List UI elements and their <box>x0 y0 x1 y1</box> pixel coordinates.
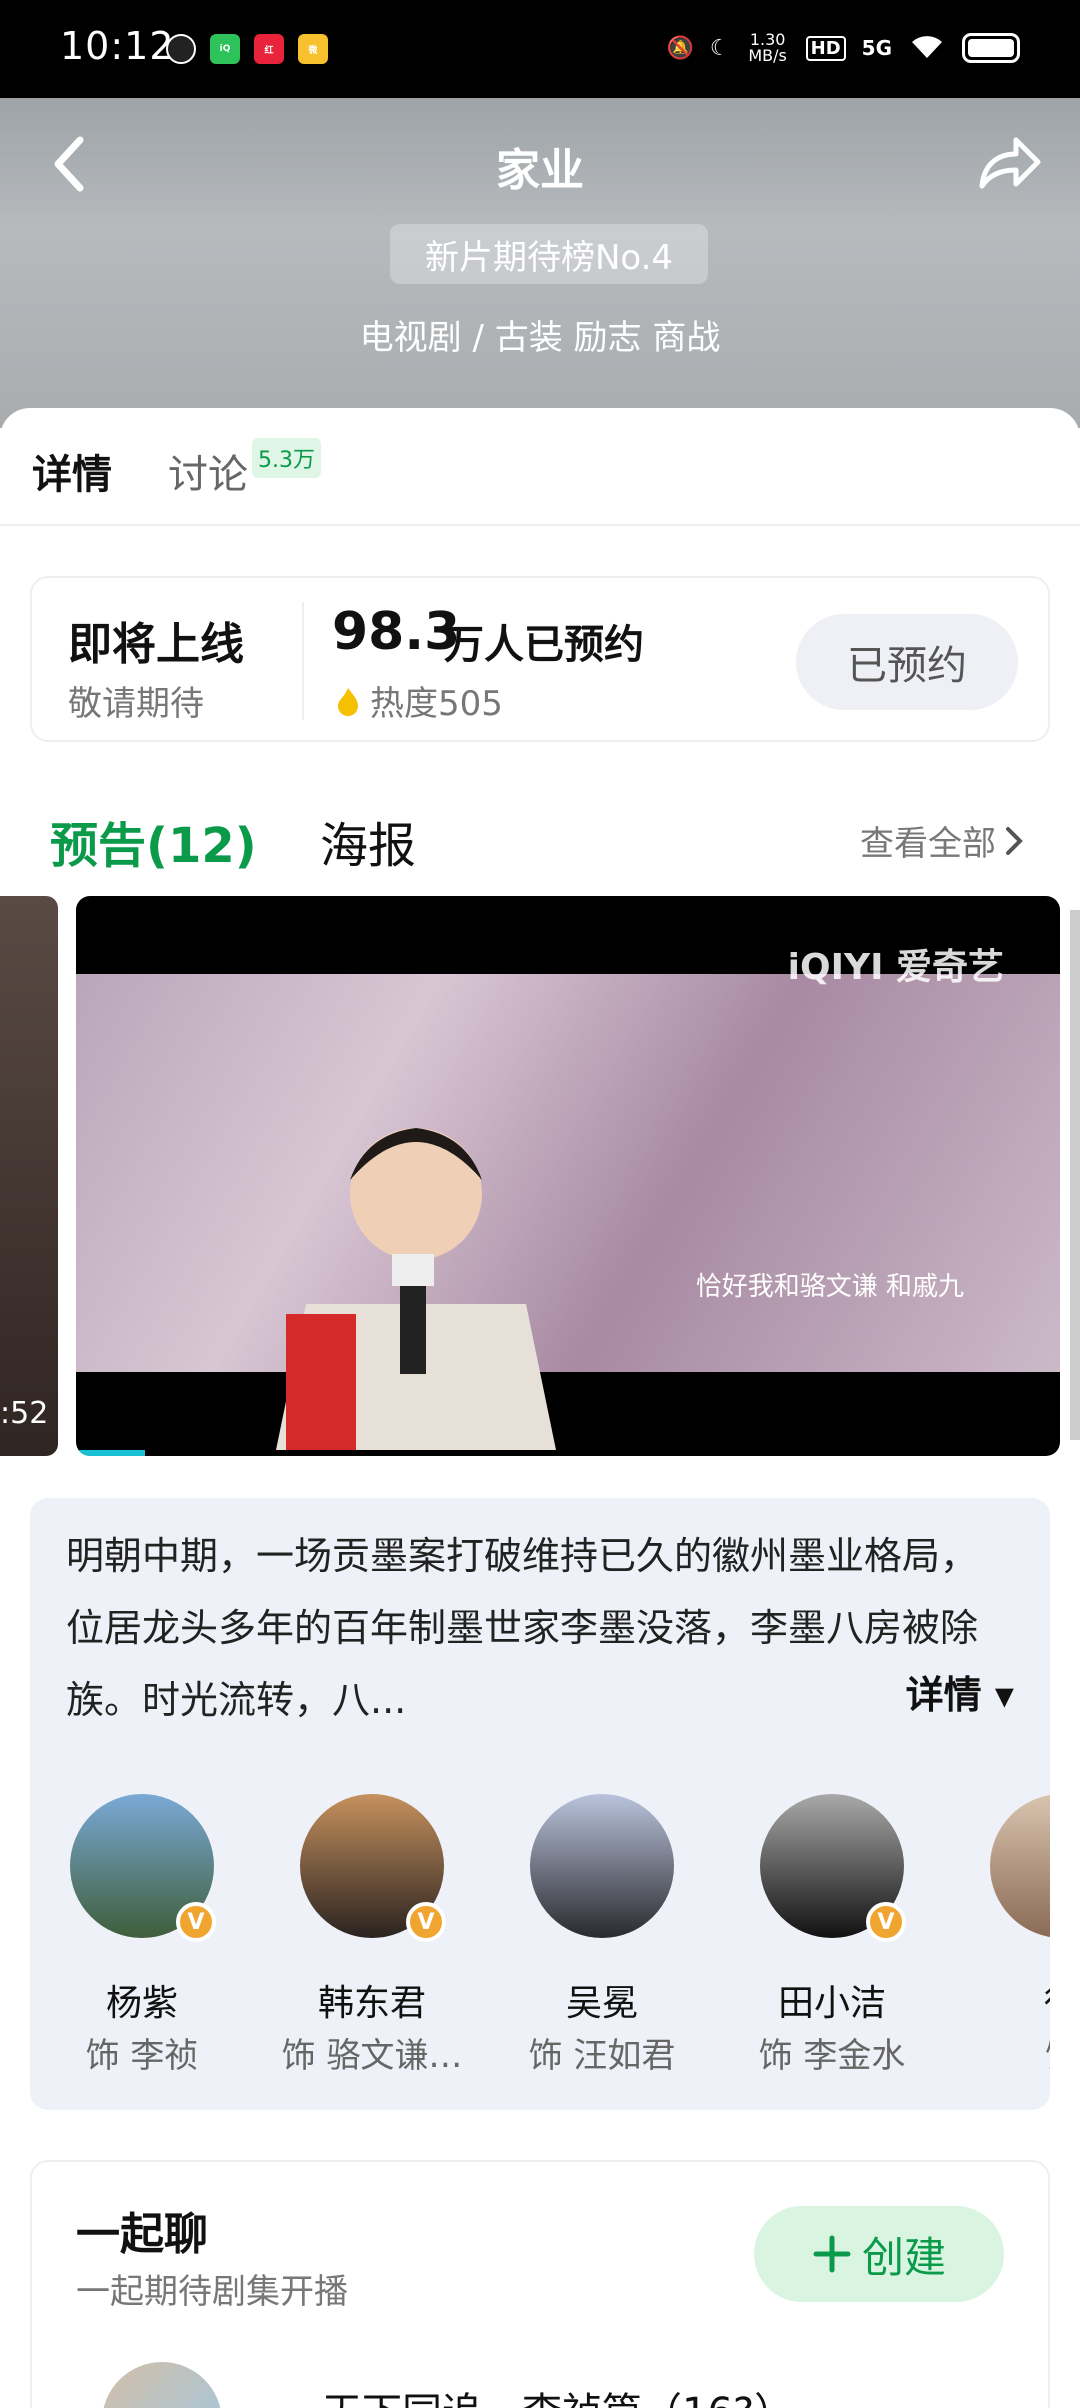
cast-name: 田小洁 <box>777 1983 886 2024</box>
avatar <box>530 1794 674 1938</box>
synopsis-text: 明朝中期，一场贡墨案打破维持已久的徽州墨业格局，位居龙头多年的百年制墨世家李墨没… <box>66 1534 979 1722</box>
heat-info: 热度505 <box>336 676 503 725</box>
release-sub: 敬请期待 <box>68 684 204 724</box>
tab-posters[interactable]: 海报 <box>320 806 416 876</box>
reserve-count: 98.3 <box>332 602 461 662</box>
moon-icon: ☾ <box>709 35 730 61</box>
iqiyi-notif-icon: iQ <box>210 34 240 64</box>
cast-name: 吴冕 <box>565 1983 638 2024</box>
chevron-right-icon <box>1006 826 1023 855</box>
synopsis-card: 明朝中期，一场贡墨案打破维持已久的徽州墨业格局，位居龙头多年的百年制墨世家李墨没… <box>30 1498 1050 2110</box>
cast-item[interactable]: V 韩东君 饰 骆文谦… <box>260 1794 480 2084</box>
rank-badge[interactable]: 新片期待榜No.4 <box>390 224 708 284</box>
cast-item[interactable]: 吴冕 饰 汪如君 <box>490 1794 710 2084</box>
status-time: 10:12 <box>60 24 175 68</box>
hd-icon: HD <box>805 35 846 61</box>
verified-icon: V <box>866 1902 906 1942</box>
discuss-count-badge: 5.3万 <box>252 438 321 478</box>
tab-detail[interactable]: 详情 <box>32 442 112 500</box>
tab-discuss[interactable]: 讨论 <box>168 442 248 500</box>
heat-value: 热度505 <box>370 684 503 724</box>
battery-icon <box>962 33 1020 63</box>
synopsis-expand[interactable]: 详情 ▾ <box>895 1664 1014 1719</box>
cast-role: 饰 李金水 <box>758 2036 906 2076</box>
cast-role: 饰 <box>950 2028 1050 2077</box>
show-header: 家业 新片期待榜No.4 电视剧 / 古装 励志 商战 <box>0 98 1080 428</box>
cast-name: 韩东君 <box>317 1983 426 2024</box>
page-title: 家业 <box>496 145 584 196</box>
video-frame <box>76 974 1060 1450</box>
cast-item[interactable]: V 杨紫 饰 李祯 <box>30 1794 250 2084</box>
chat-subtitle: 一起期待剧集开播 <box>76 2272 348 2312</box>
cast-role: 饰 李祯 <box>85 2036 199 2076</box>
genre-tags: 电视剧 / 古装 励志 商战 <box>359 318 721 358</box>
media-tabs: 预告(12) 海报 查看全部 <box>0 798 1080 878</box>
signal-icon: 5G <box>861 36 892 60</box>
app-notif-icon: 红 <box>254 34 284 64</box>
caret-down-icon: ▾ <box>994 1673 1014 1717</box>
avatar <box>102 2362 222 2408</box>
create-label: 创建 <box>861 2232 946 2282</box>
video-progress-bar[interactable] <box>76 1450 145 1456</box>
plus-icon <box>813 2235 851 2273</box>
weibo-notif-icon: 微 <box>298 34 328 64</box>
net-speed: 1.30 MB/s <box>748 30 787 65</box>
status-right-icons: 🔕 ☾ 1.30 MB/s HD 5G <box>666 30 1020 66</box>
reserved-button[interactable]: 已预约 <box>796 614 1018 710</box>
content-sheet: 详情 讨论 5.3万 即将上线 敬请期待 98.3 万人已预约 热度505 已预… <box>0 408 1080 2408</box>
flame-icon <box>338 687 358 716</box>
cast-role: 饰 骆文谦… <box>281 2036 463 2076</box>
status-bar: 10:12 iQ 红 微 🔕 ☾ 1.30 MB/s HD 5G <box>0 0 1080 98</box>
video-card-prev[interactable]: :52 <box>0 896 58 1456</box>
reserve-count-unit: 万人已预约 <box>444 622 644 668</box>
content-tabs: 详情 讨论 5.3万 <box>0 408 1080 526</box>
chat-room-title[interactable]: 天下同追…李祯篇（16?） <box>322 2380 794 2408</box>
cast-item[interactable]: V 田小洁 饰 李金水 <box>720 1794 940 2084</box>
cast-item[interactable]: 徐 饰 <box>950 1794 1050 2084</box>
verified-icon: V <box>406 1902 446 1942</box>
view-all-link[interactable]: 查看全部 <box>860 816 1024 865</box>
browser-icon <box>166 34 196 64</box>
tab-trailers[interactable]: 预告(12) <box>50 806 257 876</box>
release-status: 即将上线 <box>68 619 244 670</box>
video-subtitle: 恰好我和骆文谦 和戚九 <box>695 1272 964 1302</box>
synopsis-expand-label: 详情 <box>905 1673 982 1717</box>
video-duration: :52 <box>0 1396 49 1431</box>
divider <box>302 602 304 720</box>
view-all-label: 查看全部 <box>860 824 996 864</box>
cast-list: V 杨紫 饰 李祯 V 韩东君 饰 骆文谦… 吴冕 饰 汪如君 V 田小洁 饰 … <box>30 1794 1050 2084</box>
cast-name: 杨紫 <box>105 1983 178 2024</box>
chat-title: 一起聊 <box>76 2209 208 2260</box>
group-chat-card: 一起聊 一起期待剧集开播 创建 天下同追…李祯篇（16?） <box>30 2160 1050 2408</box>
mute-icon: 🔕 <box>666 35 694 61</box>
speaker-figure <box>276 1128 556 1450</box>
video-player[interactable]: iQIYI 爱奇艺 恰好我和骆文谦 和戚九 <box>76 896 1060 1456</box>
verified-icon: V <box>176 1902 216 1942</box>
wifi-icon <box>908 30 946 66</box>
share-icon <box>979 137 1041 189</box>
cast-role: 饰 汪如君 <box>528 2036 676 2076</box>
create-chat-button[interactable]: 创建 <box>754 2206 1004 2302</box>
iqiyi-watermark: iQIYI 爱奇艺 <box>787 947 1004 988</box>
share-button[interactable] <box>974 134 1044 194</box>
reserve-card: 即将上线 敬请期待 98.3 万人已预约 热度505 已预约 <box>30 576 1050 742</box>
cast-name: 徐 <box>950 1974 1050 2026</box>
video-card-next[interactable] <box>1070 910 1080 1440</box>
trailer-carousel: :52 iQIYI 爱奇艺 恰好我和骆文谦 和戚九 <box>0 896 1080 1456</box>
avatar <box>990 1794 1050 1938</box>
